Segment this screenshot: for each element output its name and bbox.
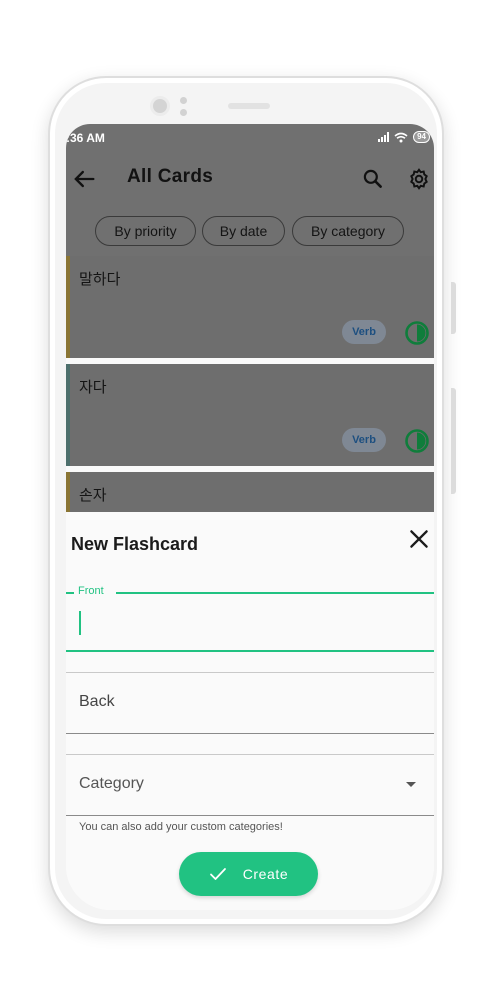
- front-outline: [66, 592, 74, 594]
- arrow-left-icon[interactable]: [70, 165, 98, 193]
- front-input[interactable]: [66, 592, 434, 652]
- sheet-title: New Flashcard: [71, 534, 199, 554]
- category-select[interactable]: Category: [66, 754, 434, 816]
- close-icon[interactable]: [406, 526, 432, 552]
- flashcard-item[interactable]: 자다 Verb: [66, 364, 434, 466]
- front-outline: [116, 592, 434, 594]
- category-label: Category: [79, 775, 144, 792]
- card-front-text: 손자: [79, 486, 107, 504]
- earpiece-speaker: [228, 103, 270, 109]
- sort-chips: By priority By date By category: [66, 208, 434, 256]
- phone-screen: :36 AM 94 All Cards By priority By date …: [66, 124, 434, 910]
- search-icon[interactable]: [360, 166, 386, 192]
- power-button: [451, 388, 456, 494]
- category-badge: Verb: [342, 428, 386, 452]
- chip-by-category[interactable]: By category: [292, 216, 404, 246]
- flashcard-item[interactable]: 말하다 Verb: [66, 256, 434, 358]
- battery-icon: 94: [413, 131, 430, 143]
- category-helper-text: You can also add your custom categories!: [79, 821, 283, 833]
- status-icons: 94: [378, 131, 430, 143]
- chip-by-date[interactable]: By date: [202, 216, 285, 246]
- gear-icon[interactable]: [406, 166, 432, 192]
- category-badge: Verb: [342, 320, 386, 344]
- page-title: All Cards: [127, 166, 214, 187]
- create-label: Create: [242, 866, 289, 882]
- status-time: :36 AM: [66, 131, 105, 145]
- back-label: Back: [79, 693, 115, 710]
- half-circle-progress-icon: [405, 429, 429, 453]
- caret-down-icon: [406, 782, 416, 787]
- card-front-text: 자다: [79, 378, 107, 396]
- sensor-dots: [180, 97, 188, 117]
- back-input[interactable]: Back: [66, 672, 434, 734]
- check-icon: [209, 868, 226, 880]
- front-label: Front: [78, 585, 104, 597]
- wifi-icon: [394, 132, 408, 142]
- chip-by-priority[interactable]: By priority: [95, 216, 196, 246]
- create-button[interactable]: Create: [179, 852, 318, 896]
- signal-icon: [378, 132, 390, 142]
- volume-button: [451, 282, 456, 334]
- text-caret: [79, 611, 81, 635]
- card-front-text: 말하다: [79, 270, 121, 288]
- new-flashcard-sheet: New Flashcard Front Back Category You ca…: [66, 512, 434, 910]
- front-camera: [150, 96, 170, 116]
- app-bar: All Cards: [66, 152, 434, 208]
- half-circle-progress-icon: [405, 321, 429, 345]
- status-bar: :36 AM 94: [66, 124, 434, 152]
